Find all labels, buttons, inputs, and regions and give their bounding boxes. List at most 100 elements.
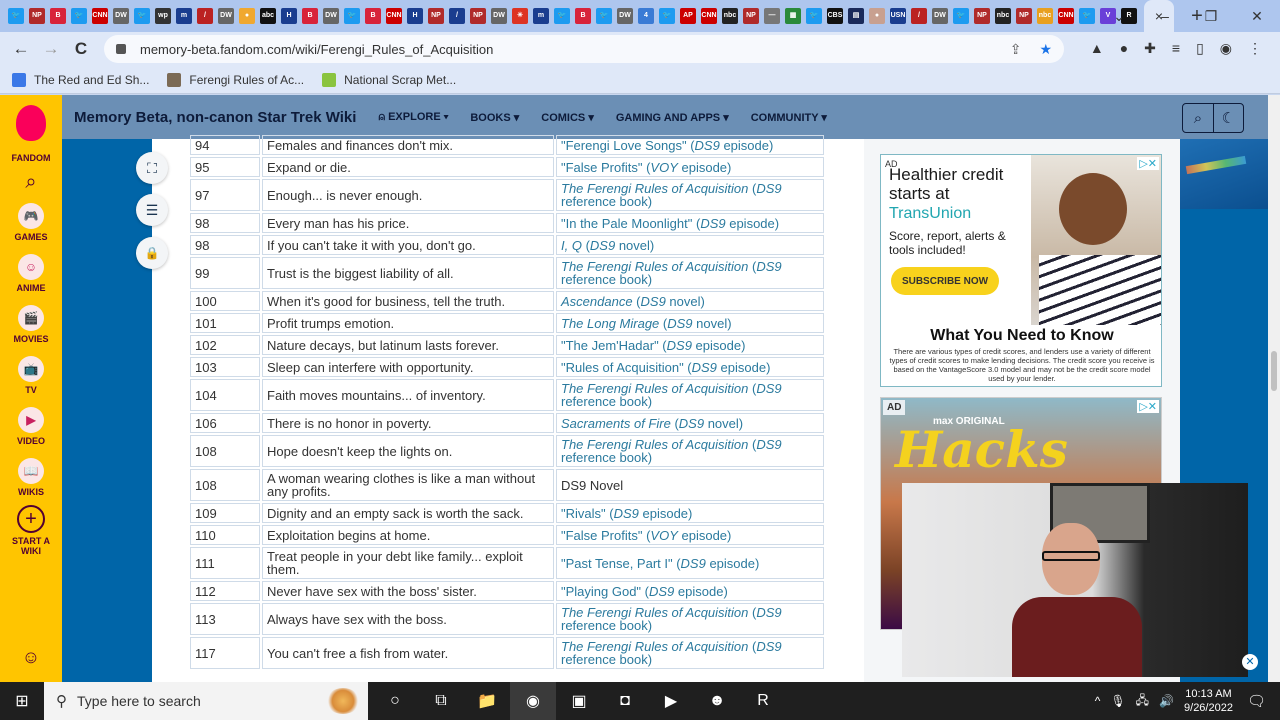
ad-close-icon[interactable]: ▷✕ [1137, 157, 1159, 170]
source-series-link[interactable]: DS9 [756, 381, 781, 396]
source-series-link[interactable]: DS9 [641, 294, 666, 309]
rule-source[interactable]: "Rules of Acquisition" (DS9 episode) [556, 357, 824, 377]
back-button[interactable]: ← [6, 39, 36, 59]
source-title-link[interactable]: Ascendance [561, 294, 633, 309]
extension-icon[interactable]: ✚ [1144, 40, 1156, 57]
rule-source[interactable]: The Ferengi Rules of Acquisition (DS9 re… [556, 257, 824, 289]
taskbar-app-media-player[interactable]: ▶ [648, 682, 694, 720]
tab-favicon[interactable]: B [365, 8, 381, 24]
tab-favicon[interactable]: nbc [995, 8, 1011, 24]
tab-favicon[interactable]: USN [890, 8, 906, 24]
rule-source[interactable]: "Ferengi Love Songs" (DS9 episode) [556, 135, 824, 155]
ad-close-icon[interactable]: ▷✕ [1137, 400, 1159, 413]
extension-icon[interactable]: ▲ [1090, 40, 1104, 57]
tab-favicon[interactable]: / [449, 8, 465, 24]
rule-source[interactable]: Sacraments of Fire (DS9 novel) [556, 413, 824, 433]
theme-toggle-icon[interactable]: ☾ [1213, 104, 1243, 132]
source-title-link[interactable]: "Ferengi Love Songs" ( [561, 138, 695, 153]
rail-item-video[interactable]: ▶ VIDEO [0, 407, 62, 446]
network-icon[interactable]: 🖧 [1136, 691, 1149, 712]
source-title-link[interactable]: "Past Tense, Part I" ( [561, 556, 681, 571]
tab-favicon[interactable]: NP [974, 8, 990, 24]
rail-item-movies[interactable]: 🎬 MOVIES [0, 305, 62, 344]
rule-source[interactable]: The Long Mirage (DS9 novel) [556, 313, 824, 333]
source-series-link[interactable]: DS9 [667, 338, 692, 353]
taskbar-search[interactable]: ⚲ Type here to search [44, 682, 368, 720]
transunion-ad[interactable]: AD ▷✕ Healthier credit starts at TransUn… [880, 154, 1162, 387]
bookmark-item[interactable]: The Red and Ed Sh... [12, 72, 149, 87]
tab-favicon[interactable]: CNN [92, 8, 108, 24]
tray-chevron-icon[interactable]: ^ [1095, 694, 1101, 708]
overlay-close-icon[interactable]: ✕ [1242, 654, 1258, 670]
tab-favicon[interactable]: H [407, 8, 423, 24]
rule-source[interactable]: The Ferengi Rules of Acquisition (DS9 re… [556, 637, 824, 669]
tab-favicon[interactable]: DW [323, 8, 339, 24]
source-series-link[interactable]: DS9 [756, 605, 781, 620]
restore-button[interactable]: ❐ [1188, 0, 1234, 32]
tab-favicon[interactable]: CNN [1058, 8, 1074, 24]
tab-favicon[interactable]: ▤ [848, 8, 864, 24]
page-scrollbar[interactable] [1268, 95, 1280, 682]
source-series-link[interactable]: DS9 [679, 416, 704, 431]
tab-favicon[interactable]: nbc [1037, 8, 1053, 24]
wiki-title[interactable]: Memory Beta, non-canon Star Trek Wiki [74, 109, 356, 126]
wiki-nav-explore[interactable]: ⍝ EXPLORE ▾ [378, 111, 448, 124]
source-title-link[interactable]: "False Profits" ( [561, 160, 650, 175]
tab-favicon[interactable]: CNN [386, 8, 402, 24]
rule-source[interactable]: DS9 Novel [556, 469, 824, 501]
clock[interactable]: 10:13 AM 9/26/2022 [1184, 687, 1233, 715]
extension-icon[interactable]: ◉ [1220, 40, 1232, 57]
microphone-icon[interactable]: 🎙 [1110, 694, 1125, 708]
start-a-wiki-button[interactable]: + START A WIKI [0, 505, 62, 556]
tab-favicon[interactable]: ✳ [512, 8, 528, 24]
extension-icon[interactable]: ▯ [1196, 40, 1204, 57]
source-series-link[interactable]: DS9 [700, 216, 725, 231]
rule-source[interactable]: "False Profits" (VOY episode) [556, 525, 824, 545]
wiki-nav-community[interactable]: COMMUNITY ▾ [751, 111, 827, 124]
subscribe-now-button[interactable]: SUBSCRIBE NOW [891, 267, 999, 295]
lock-button[interactable]: 🔒 [136, 237, 168, 269]
fandom-logo-icon[interactable] [16, 105, 46, 141]
source-title-link[interactable]: "The Jem'Hadar" ( [561, 338, 667, 353]
taskbar-app-cortana[interactable]: ○ [372, 682, 418, 720]
taskbar-app-task-view[interactable]: ⧉ [418, 682, 464, 720]
volume-icon[interactable]: 🔊 [1159, 694, 1174, 708]
tab-favicon[interactable]: 🐦 [596, 8, 612, 24]
share-icon[interactable]: ⇪ [1010, 41, 1022, 58]
rule-source[interactable]: The Ferengi Rules of Acquisition (DS9 re… [556, 603, 824, 635]
source-title-link[interactable]: "Rules of Acquisition" ( [561, 360, 692, 375]
tab-favicon[interactable]: 🐦 [344, 8, 360, 24]
rail-item-tv[interactable]: 📺 TV [0, 356, 62, 395]
tab-favicon[interactable]: B [302, 8, 318, 24]
scrollbar-thumb[interactable] [1271, 351, 1277, 391]
rail-item-anime[interactable]: ☺ ANIME [0, 254, 62, 293]
tab-favicon[interactable]: wp [155, 8, 171, 24]
tab-favicon[interactable]: ● [239, 8, 255, 24]
notifications-icon[interactable]: 🗨 [1247, 692, 1266, 710]
tab-favicon[interactable]: B [50, 8, 66, 24]
source-title-link[interactable]: I, Q [561, 238, 582, 253]
rail-item-wikis[interactable]: 📖 WIKIS [0, 458, 62, 497]
source-title-link[interactable]: "Playing God" ( [561, 584, 649, 599]
taskbar-app-monitor-app[interactable]: ▣ [556, 682, 602, 720]
source-title-link[interactable]: "Rivals" ( [561, 506, 614, 521]
search-placeholder[interactable]: Type here to search [77, 693, 201, 709]
source-series-link[interactable]: DS9 [590, 238, 615, 253]
source-series-link[interactable]: DS9 [695, 138, 720, 153]
taskbar-app-discord[interactable]: ☻ [694, 682, 740, 720]
tab-favicon[interactable]: 🐦 [8, 8, 24, 24]
tab-favicon[interactable]: CNN [701, 8, 717, 24]
wiki-nav-books[interactable]: BOOKS ▾ [470, 111, 519, 124]
source-series-link[interactable]: DS9 [614, 506, 639, 521]
rail-item-games[interactable]: 🎮 GAMES [0, 203, 62, 242]
search-icon[interactable]: ⌕ [0, 171, 62, 194]
source-series-link[interactable]: DS9 [681, 556, 706, 571]
rule-source[interactable]: "Playing God" (DS9 episode) [556, 581, 824, 601]
tab-favicon[interactable]: m [176, 8, 192, 24]
source-series-link[interactable]: DS9 [667, 316, 692, 331]
tab-favicon[interactable]: NP [470, 8, 486, 24]
minimize-button[interactable]: – [1142, 0, 1188, 32]
tab-favicon[interactable]: 🐦 [554, 8, 570, 24]
fandom-brand-label[interactable]: FANDOM [0, 153, 62, 163]
source-title-link[interactable]: Sacraments of Fire [561, 416, 671, 431]
